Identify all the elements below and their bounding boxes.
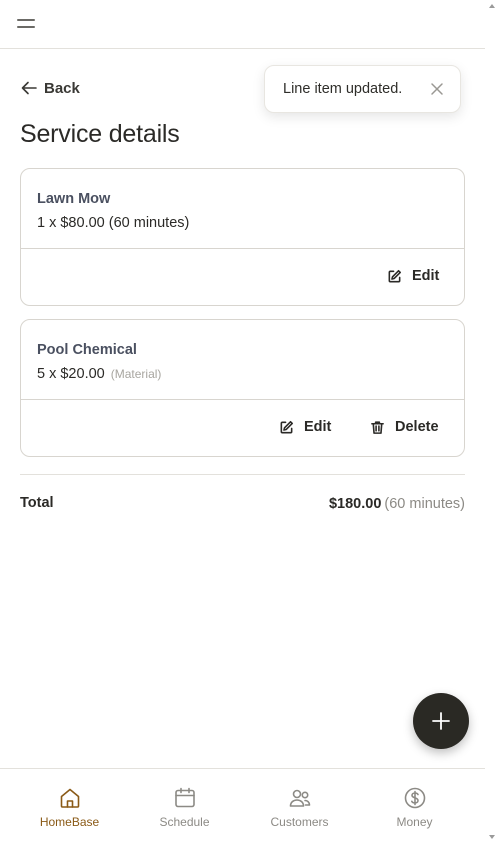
line-item-quantity-price: 1 x $80.00 (60 minutes) bbox=[37, 215, 190, 231]
nav-label: Money bbox=[396, 815, 433, 829]
line-item-card: Pool Chemical 5 x $20.00 (Material) Edit … bbox=[20, 319, 465, 457]
line-item-card: Lawn Mow 1 x $80.00 (60 minutes) Edit bbox=[20, 168, 465, 306]
nav-item-customers[interactable]: Customers bbox=[242, 769, 357, 845]
back-label: Back bbox=[44, 79, 80, 97]
top-bar bbox=[0, 0, 485, 49]
total-value: $180.00 (60 minutes) bbox=[329, 496, 465, 512]
delete-label: Delete bbox=[395, 419, 439, 435]
nav-item-money[interactable]: Money bbox=[357, 769, 472, 845]
toast-message: Line item updated. bbox=[283, 81, 403, 97]
line-item-detail: 5 x $20.00 (Material) bbox=[37, 366, 161, 382]
close-icon[interactable] bbox=[430, 82, 444, 96]
bottom-nav: HomeBase Schedule Customers Money bbox=[0, 768, 485, 845]
total-label: Total bbox=[20, 495, 54, 511]
line-item-detail: 1 x $80.00 (60 minutes) bbox=[37, 215, 189, 231]
divider bbox=[20, 474, 465, 475]
people-icon bbox=[289, 789, 311, 807]
nav-item-homebase[interactable]: HomeBase bbox=[12, 769, 127, 845]
page-title: Service details bbox=[20, 120, 180, 148]
arrow-left-icon bbox=[21, 81, 37, 95]
edit-icon bbox=[280, 420, 294, 433]
back-link[interactable]: Back bbox=[20, 78, 80, 98]
line-item-type-tag: (Material) bbox=[110, 367, 162, 381]
line-item-actions: Edit bbox=[21, 249, 464, 305]
total-duration: (60 minutes) bbox=[384, 496, 465, 512]
nav-item-schedule[interactable]: Schedule bbox=[127, 769, 242, 845]
line-item-actions: Edit Delete bbox=[21, 400, 464, 456]
calendar-icon bbox=[175, 787, 195, 808]
dollar-circle-icon bbox=[404, 787, 426, 809]
home-icon bbox=[60, 788, 80, 808]
scroll-down-icon[interactable] bbox=[489, 835, 495, 839]
line-item-summary: Lawn Mow 1 x $80.00 (60 minutes) bbox=[21, 169, 464, 249]
edit-label: Edit bbox=[304, 419, 332, 435]
plus-icon bbox=[432, 712, 450, 730]
edit-icon bbox=[388, 269, 402, 282]
app-container: Back Service details Lawn Mow 1 x $80.00… bbox=[0, 0, 485, 845]
total-amount: $180.00 bbox=[328, 496, 382, 512]
menu-icon[interactable] bbox=[17, 15, 35, 33]
nav-label: Customers bbox=[270, 815, 329, 829]
edit-label: Edit bbox=[412, 268, 440, 284]
toast-notification: Line item updated. bbox=[264, 65, 461, 113]
scrollbar[interactable] bbox=[485, 0, 500, 845]
line-item-name: Lawn Mow bbox=[37, 191, 111, 207]
line-item-quantity-price: 5 x $20.00 bbox=[37, 366, 105, 382]
delete-button[interactable]: Delete bbox=[370, 419, 439, 435]
nav-label: HomeBase bbox=[39, 815, 100, 829]
edit-button[interactable]: Edit bbox=[279, 419, 331, 435]
line-item-summary: Pool Chemical 5 x $20.00 (Material) bbox=[21, 320, 464, 400]
trash-icon bbox=[371, 420, 384, 434]
add-fab-button[interactable] bbox=[413, 693, 469, 749]
line-item-name: Pool Chemical bbox=[37, 342, 137, 358]
nav-label: Schedule bbox=[159, 815, 210, 829]
edit-button[interactable]: Edit bbox=[387, 268, 439, 284]
scroll-up-icon[interactable] bbox=[489, 4, 495, 8]
